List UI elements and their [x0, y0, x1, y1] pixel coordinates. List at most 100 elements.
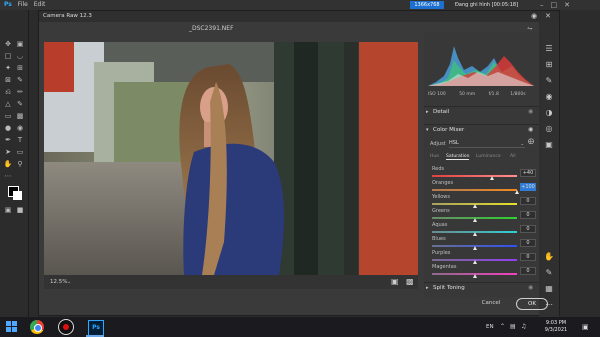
eraser-icon[interactable]: ▭: [3, 112, 13, 120]
crop-icon[interactable]: ⊞: [15, 64, 25, 72]
visibility-eye-icon[interactable]: ◉: [528, 108, 533, 115]
adjust-select-value: HSL: [449, 140, 459, 146]
shape-icon[interactable]: ▭: [15, 148, 25, 156]
tray-arrow-icon[interactable]: ⌃: [500, 317, 505, 337]
close-icon[interactable]: ✕: [564, 1, 577, 9]
move-icon[interactable]: ✥: [3, 40, 13, 48]
grid-icon[interactable]: ▦: [544, 284, 554, 293]
slider-thumb-oranges[interactable]: [515, 190, 519, 194]
type-icon[interactable]: T: [15, 136, 25, 144]
slider-thumb-magentas[interactable]: [472, 274, 477, 278]
slider-value-greens[interactable]: 0: [520, 211, 536, 219]
windows-logo-icon: [6, 321, 17, 332]
tab-saturation[interactable]: Saturation: [446, 154, 470, 160]
magic-wand-icon[interactable]: ✦: [3, 64, 13, 72]
record-icon[interactable]: [58, 319, 74, 335]
lasso-icon[interactable]: ◡: [15, 52, 25, 60]
hand-icon[interactable]: ✋: [3, 160, 13, 168]
crop-icon[interactable]: ⊞: [544, 60, 554, 69]
spot-removal-icon[interactable]: ✎: [544, 76, 554, 85]
clock[interactable]: 9:03 PM 9/3/2021: [536, 320, 576, 334]
marquee-icon[interactable]: □: [3, 52, 13, 60]
snapshots-icon[interactable]: ▣: [544, 140, 554, 149]
clock-date: 9/3/2021: [544, 327, 568, 333]
tab-hue[interactable]: Hue: [430, 154, 439, 159]
slider-track-reds[interactable]: [432, 175, 517, 177]
slider-value-blues[interactable]: 0: [520, 239, 536, 247]
menu-file[interactable]: File: [18, 0, 28, 10]
slider-thumb-purples[interactable]: [472, 260, 477, 264]
image-filename: _DSC2391.NEF: [189, 25, 234, 32]
network-icon[interactable]: ▤: [510, 317, 516, 337]
heal-icon[interactable]: ⎌: [3, 88, 13, 96]
minimize-icon[interactable]: –: [540, 1, 551, 9]
slider-value-aquas[interactable]: 0: [520, 225, 536, 233]
slider-thumb-yellows[interactable]: [472, 204, 477, 208]
slider-track-oranges[interactable]: [432, 189, 517, 191]
stamp-icon[interactable]: △: [3, 100, 13, 108]
slider-thumb-greens[interactable]: [472, 218, 477, 222]
more-tools-icon[interactable]: ⋯: [3, 172, 13, 180]
slider-value-magentas[interactable]: 0: [520, 267, 536, 275]
zoom-dropdown-icon[interactable]: ⌄: [67, 275, 71, 289]
slider-thumb-blues[interactable]: [472, 246, 477, 250]
photoshop-taskbar-icon[interactable]: Ps: [88, 320, 104, 336]
tab-all[interactable]: All: [510, 154, 516, 159]
pen-icon[interactable]: ✒: [3, 136, 13, 144]
photo-preview[interactable]: [44, 42, 418, 275]
presets-icon[interactable]: ◎: [544, 124, 554, 133]
before-after-icon[interactable]: ▩: [406, 275, 414, 289]
volume-icon[interactable]: ♫: [521, 317, 526, 337]
slider-thumb-reds[interactable]: [489, 176, 494, 180]
resolution-badge: 1366x768: [410, 1, 444, 9]
redeye-icon[interactable]: ◉: [544, 92, 554, 101]
zoom-icon[interactable]: ⚲: [15, 160, 25, 168]
visibility-eye-icon[interactable]: ◉: [528, 284, 533, 291]
ok-button[interactable]: OK: [516, 298, 548, 310]
slider-value-purples[interactable]: 0: [520, 253, 536, 261]
split-toning-section-header[interactable]: ▸ Split Toning ◉: [424, 282, 539, 295]
language-indicator[interactable]: EN: [486, 317, 494, 337]
targeted-adjust-icon[interactable]: ⨁: [528, 138, 534, 145]
visibility-eye-icon[interactable]: ◉: [528, 126, 533, 133]
dodge-icon[interactable]: ◉: [15, 124, 25, 132]
ps-logo[interactable]: Ps: [4, 0, 12, 10]
artboard-icon[interactable]: ▣: [15, 40, 25, 48]
menu-edit[interactable]: Edit: [34, 0, 46, 10]
detail-section-header[interactable]: ▸ Detail ◉: [424, 106, 539, 119]
camera-info: ISO 100 50 mm f/1.8 1/800s: [428, 92, 534, 97]
dialog-close-icon[interactable]: ✕: [545, 11, 551, 22]
zoom-level[interactable]: 12.5%: [50, 275, 67, 289]
screen-mode-icon[interactable]: ■: [15, 206, 25, 214]
cancel-button[interactable]: Cancel: [477, 298, 505, 308]
chrome-icon[interactable]: [30, 320, 44, 334]
eyedropper-icon[interactable]: ✎: [15, 76, 25, 84]
help-icon[interactable]: ◉: [531, 12, 537, 20]
brush-icon[interactable]: ✏: [15, 88, 25, 96]
windows-start-icon[interactable]: [6, 321, 17, 332]
gradient-icon[interactable]: ▩: [15, 112, 25, 120]
frame-icon[interactable]: ⊠: [3, 76, 13, 84]
tab-luminance[interactable]: Luminance: [476, 154, 501, 159]
chevron-right-icon: ▸: [426, 109, 429, 115]
notification-icon[interactable]: ▣: [582, 317, 589, 337]
hand-icon[interactable]: ✋: [544, 252, 554, 261]
compare-view-icon[interactable]: ▣: [391, 275, 399, 289]
adjust-select[interactable]: HSL ⌄: [449, 140, 525, 148]
slider-value-oranges[interactable]: +100: [520, 183, 536, 191]
edit-sliders-icon[interactable]: ☰: [544, 44, 554, 53]
quick-mask-icon[interactable]: ▣: [3, 206, 13, 214]
slider-value-yellows[interactable]: 0: [520, 197, 536, 205]
masking-icon[interactable]: ◑: [544, 108, 554, 117]
path-select-icon[interactable]: ➤: [3, 148, 13, 156]
slider-value-reds[interactable]: +40: [520, 169, 536, 177]
color-sampler-icon[interactable]: ✎: [544, 268, 554, 277]
background-color-swatch[interactable]: [13, 191, 22, 200]
color-mixer-section-header[interactable]: ▾ Color Mixer ◉: [424, 124, 539, 137]
history-brush-icon[interactable]: ✎: [15, 100, 25, 108]
maximize-icon[interactable]: □: [551, 1, 565, 9]
recording-status: Đang ghi hình [00:05:18]: [455, 2, 519, 8]
blur-icon[interactable]: ●: [3, 124, 13, 132]
slider-label-blues: Blues: [432, 236, 446, 242]
slider-thumb-aquas[interactable]: [472, 232, 477, 236]
